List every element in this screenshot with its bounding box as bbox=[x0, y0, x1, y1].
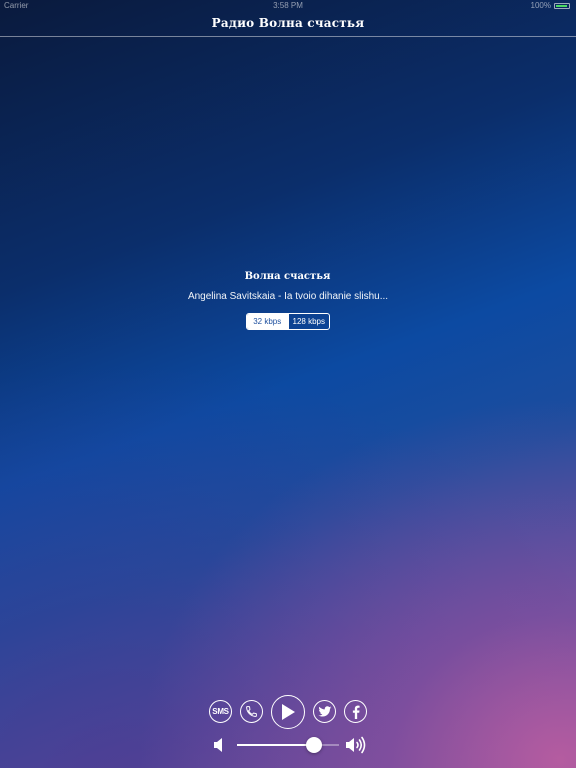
play-button[interactable] bbox=[271, 695, 305, 729]
volume-slider-fill bbox=[237, 744, 314, 746]
page-title: Радио Волна счастья bbox=[211, 16, 365, 30]
now-playing-track: Angelina Savitskaia - Ia tvoio dihanie s… bbox=[187, 291, 389, 302]
sms-button[interactable]: SMS bbox=[209, 700, 232, 723]
facebook-icon bbox=[352, 705, 360, 719]
navigation-bar: Радио Волна счастья bbox=[0, 12, 576, 37]
status-bar: Carrier 3:58 PM 100% bbox=[0, 0, 576, 12]
speaker-high-icon bbox=[346, 736, 366, 754]
battery-percent: 100% bbox=[530, 1, 551, 10]
bitrate-32-option[interactable]: 32 kbps bbox=[247, 314, 288, 329]
clock: 3:58 PM bbox=[273, 1, 303, 10]
call-button[interactable] bbox=[240, 700, 263, 723]
battery-status: 100% bbox=[531, 1, 570, 10]
twitter-icon bbox=[317, 705, 331, 717]
volume-slider-track[interactable] bbox=[237, 744, 339, 746]
twitter-button[interactable] bbox=[313, 700, 336, 723]
phone-icon bbox=[246, 706, 257, 717]
bitrate-segmented-control[interactable]: 32 kbps 128 kbps bbox=[246, 313, 330, 330]
play-icon bbox=[282, 704, 295, 720]
sms-icon: SMS bbox=[212, 707, 229, 716]
bitrate-128-option[interactable]: 128 kbps bbox=[287, 314, 330, 329]
battery-icon bbox=[554, 2, 570, 9]
station-name: Волна счастья bbox=[244, 271, 331, 282]
speaker-low-icon bbox=[214, 738, 222, 752]
volume-slider-thumb[interactable] bbox=[305, 737, 322, 753]
facebook-button[interactable] bbox=[344, 700, 367, 723]
